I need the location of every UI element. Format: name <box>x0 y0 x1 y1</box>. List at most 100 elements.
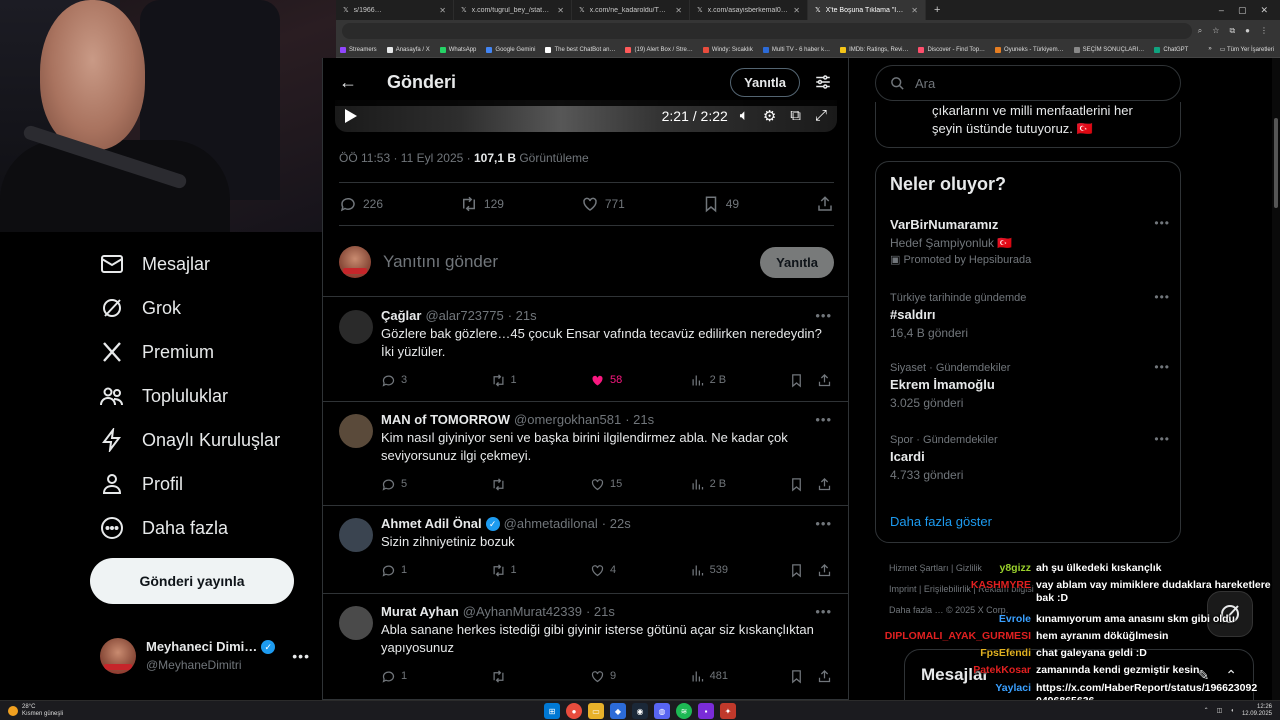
like-action[interactable]: 58 <box>590 373 690 388</box>
file-explorer-icon[interactable]: ▭ <box>588 703 604 719</box>
volume-icon[interactable]: 🔈︎ <box>740 107 749 125</box>
nav-item-communities[interactable]: Topluluklar <box>100 384 228 408</box>
reply-tweet[interactable]: Çağlar @alar723775 · 21s ••• Gözlere bak göz… <box>323 298 848 402</box>
views-action[interactable]: 481 <box>690 669 790 684</box>
extensions-icon[interactable]: ⧉ <box>1229 26 1235 36</box>
browser-tab[interactable]: 𝕏 X'te Boşuna Tıklama "İstanbul"… ✕ <box>808 0 926 20</box>
chrome-icon[interactable]: ● <box>566 703 582 719</box>
bookmark-item[interactable]: WhatsApp <box>439 46 476 53</box>
nav-item-verified-orgs[interactable]: Onaylı Kuruluşlar <box>100 428 280 452</box>
like-stat[interactable]: 771 <box>581 195 625 213</box>
more-dots-icon[interactable]: ••• <box>1154 360 1170 374</box>
bookmarks-folder[interactable]: ▭ Tüm Yer İşaretleri <box>1220 46 1274 53</box>
account-switcher[interactable]: Meyhaneci Dimi… ✓ @MeyhaneDimitri ••• <box>100 632 310 680</box>
avatar[interactable] <box>339 310 373 344</box>
bookmark-item[interactable]: Streamers <box>340 46 377 53</box>
bookmark-item[interactable]: Anasayfa / X <box>386 46 430 53</box>
network-icon[interactable]: ◫ <box>1217 707 1223 714</box>
reply-time[interactable]: · 21s <box>625 412 654 427</box>
repost-action[interactable] <box>491 669 591 684</box>
start-menu-icon[interactable]: ⊞ <box>544 703 560 719</box>
nav-item-premium[interactable]: Premium <box>100 340 214 364</box>
discord-icon[interactable]: ◍ <box>654 703 670 719</box>
minimize-icon[interactable]: – <box>1219 5 1224 16</box>
reply-tweet[interactable]: Ahmet Adil Önal ✓ @ahmetadilonal · 22s ••• Si… <box>323 506 848 594</box>
share-action[interactable] <box>817 373 832 388</box>
reply-action[interactable]: 3 <box>381 373 491 388</box>
reply-author-name[interactable]: Murat Ayhan <box>381 604 459 619</box>
avatar[interactable] <box>339 518 373 552</box>
settings-gear-icon[interactable]: ⚙ <box>763 107 776 125</box>
bookmark-action[interactable] <box>789 373 817 388</box>
reply-author-handle[interactable]: @alar723775 <box>425 308 503 323</box>
reply-tweet[interactable]: MAN of TOMORROW @omergokhan581 · 21s ••• Kim… <box>323 402 848 506</box>
nav-item-grok[interactable]: Grok <box>100 296 181 320</box>
views-action[interactable]: 2 B <box>690 373 790 388</box>
reply-author-handle[interactable]: @omergokhan581 <box>514 412 621 427</box>
bookmark-item[interactable]: Multi TV - 6 haber k… <box>762 46 830 53</box>
spotify-icon[interactable]: ≋ <box>676 703 692 719</box>
app-icon[interactable]: ▪ <box>698 703 714 719</box>
share-action[interactable] <box>817 477 832 492</box>
reply-header-button[interactable]: Yanıtla <box>730 67 800 97</box>
browser-tab[interactable]: 𝕏x.com/tugrul_bey_/status/196… ✕ <box>454 0 572 20</box>
repost-stat[interactable]: 129 <box>460 195 504 213</box>
nav-item-profile[interactable]: Profil <box>100 472 183 496</box>
trend-item[interactable]: Siyaset · Gündemdekiler Ekrem İmamoğlu 3.0… <box>890 360 1170 412</box>
bookmark-item[interactable]: Oyuneks - Türkiyem… <box>995 46 1064 53</box>
nav-item-messages[interactable]: Mesajlar <box>100 252 210 276</box>
bookmark-action[interactable] <box>789 669 817 684</box>
close-window-icon[interactable]: ✕ <box>1260 5 1268 16</box>
clock[interactable]: 12:26 12.09.2025 <box>1242 704 1272 718</box>
bookmark-item[interactable]: ChatGPT <box>1154 46 1188 53</box>
share-action[interactable] <box>817 563 832 578</box>
back-arrow-icon[interactable]: ← <box>339 72 373 93</box>
avatar[interactable] <box>339 414 373 448</box>
reply-action[interactable]: 1 <box>381 563 491 578</box>
more-dots-icon[interactable]: ••• <box>815 604 832 619</box>
like-action[interactable]: 4 <box>590 563 690 578</box>
bookmark-item[interactable]: Google Gemini <box>486 46 535 53</box>
views-action[interactable]: 539 <box>690 563 790 578</box>
url-field[interactable] <box>342 23 1192 39</box>
pip-icon[interactable]: ⧉ <box>790 107 801 125</box>
reply-time[interactable]: · 22s <box>602 516 631 531</box>
repost-action[interactable]: 1 <box>491 373 591 388</box>
reply-time[interactable]: · 21s <box>586 604 615 619</box>
more-dots-icon[interactable]: ••• <box>1154 216 1170 230</box>
bookmark-item[interactable]: SEÇİM SONUÇLARI… <box>1073 46 1144 53</box>
bookmark-stat[interactable]: 49 <box>702 195 739 213</box>
reply-submit-button[interactable]: Yanıtla <box>760 246 834 278</box>
bookmark-item[interactable]: IMDb: Ratings, Revi… <box>840 46 908 53</box>
close-icon[interactable]: ✕ <box>793 6 800 15</box>
more-dots-icon[interactable]: ••• <box>1154 290 1170 304</box>
chevron-right-icon[interactable]: » <box>1208 46 1211 53</box>
reply-action[interactable]: 5 <box>381 477 491 492</box>
views-action[interactable]: 2 B <box>690 477 790 492</box>
share-action[interactable] <box>817 669 832 684</box>
reply-author-handle[interactable]: @ahmetadilonal <box>504 516 598 531</box>
reply-stat[interactable]: 226 <box>339 195 383 213</box>
reply-action[interactable]: 1 <box>381 669 491 684</box>
browser-tab[interactable]: 𝕏x.com/asayisberkemal0/status/… ✕ <box>690 0 808 20</box>
bookmark-item[interactable]: Discover - Find Top… <box>918 46 985 53</box>
reply-author-name[interactable]: Ahmet Adil Önal <box>381 516 482 531</box>
repost-action[interactable] <box>491 477 591 492</box>
reply-tweet[interactable]: Murat Ayhan @AyhanMurat42339 · 21s ••• Abla … <box>323 594 848 700</box>
browser-menu-icon[interactable]: ⋮ <box>1260 26 1268 36</box>
avatar[interactable] <box>339 606 373 640</box>
scrollbar-thumb[interactable] <box>1274 118 1278 208</box>
nav-item-more[interactable]: Daha fazla <box>100 516 228 540</box>
profile-icon[interactable]: ● <box>1245 26 1250 36</box>
volume-icon[interactable]: ◖ <box>1230 708 1234 714</box>
star-icon[interactable]: ☆ <box>1212 26 1219 36</box>
maximize-icon[interactable]: ▢ <box>1238 5 1247 16</box>
close-icon[interactable]: ✕ <box>675 6 682 15</box>
fullscreen-icon[interactable]: ⤢ <box>815 107 827 125</box>
reply-author-name[interactable]: MAN of TOMORROW <box>381 412 510 427</box>
new-tab-icon[interactable]: + <box>926 4 948 16</box>
bookmark-item[interactable]: Windy: Sıcaklık <box>702 46 753 53</box>
reply-author-handle[interactable]: @AyhanMurat42339 <box>463 604 582 619</box>
steam-icon[interactable]: ◉ <box>632 703 648 719</box>
bookmark-action[interactable] <box>789 477 817 492</box>
